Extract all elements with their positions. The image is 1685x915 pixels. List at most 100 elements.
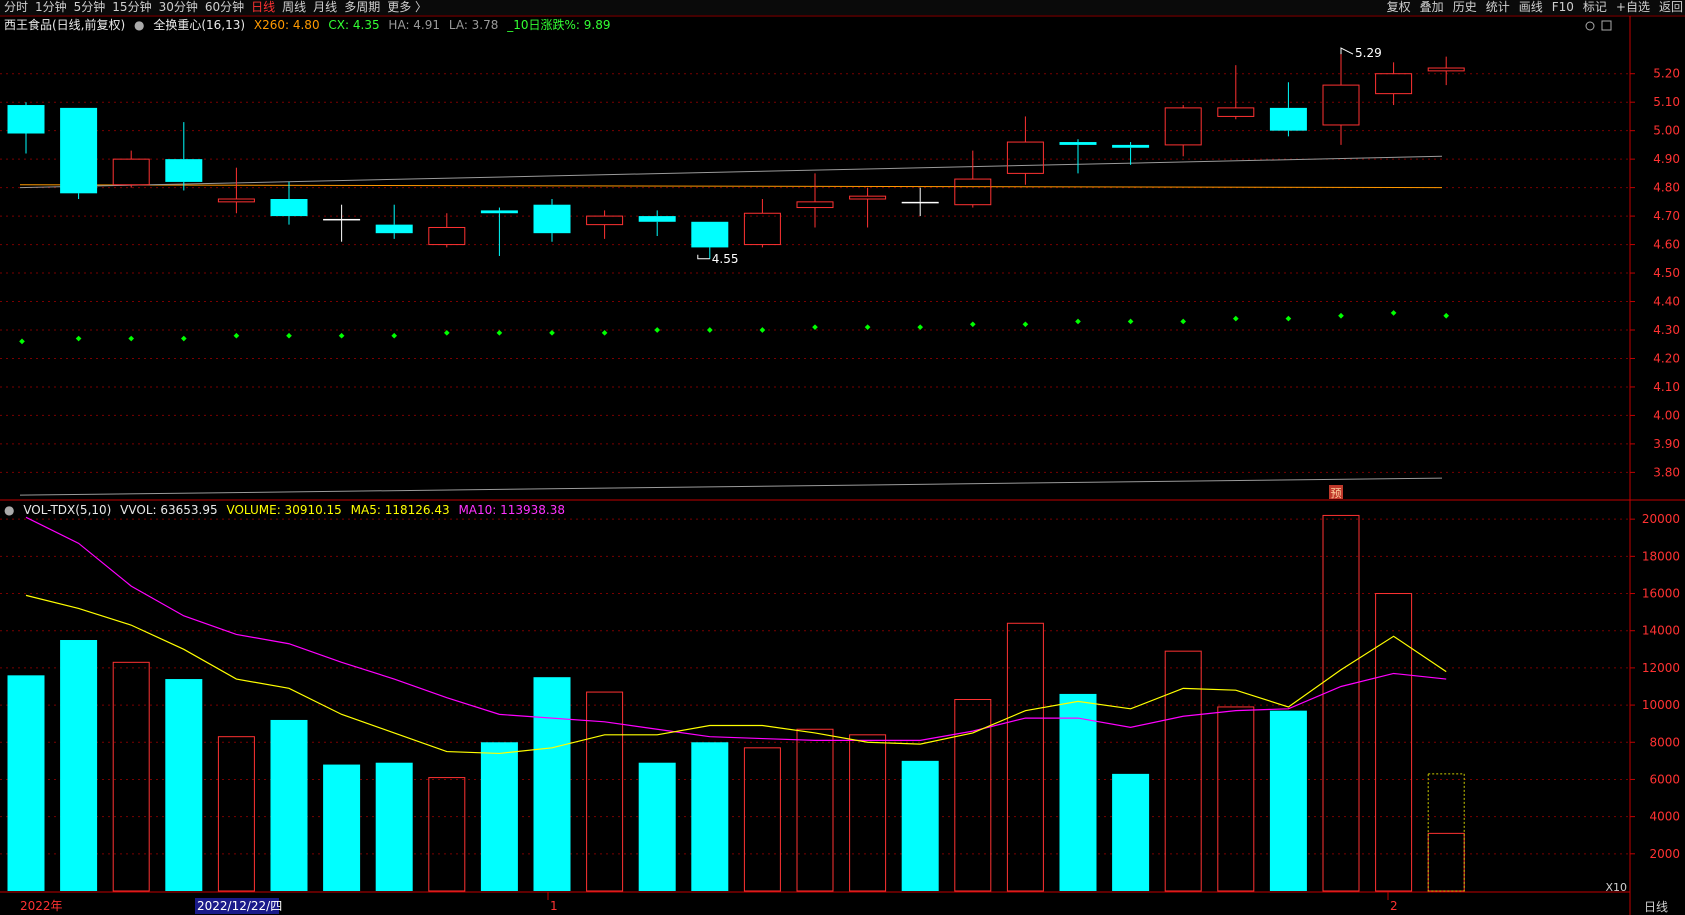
cx-dot xyxy=(496,330,503,336)
volume-bar-up xyxy=(1217,706,1255,892)
volume-tick-label: 16000 xyxy=(1642,587,1680,601)
price-tick-label: 4.00 xyxy=(1653,408,1680,422)
cx-dot xyxy=(1075,318,1081,325)
price-tick-label: 4.70 xyxy=(1653,209,1680,223)
volume-tick-label: 2000 xyxy=(1649,847,1680,861)
candle-body-down xyxy=(901,201,939,204)
cx-dot xyxy=(1127,318,1134,325)
cx-dot xyxy=(1338,312,1344,319)
x260-line xyxy=(19,184,1443,189)
volume-bar-up xyxy=(1164,650,1202,892)
stock-chart[interactable]: 3.80 3.90 4.00 4.10 4.20 4.30 4.40 4.50 4.60 4.70… xyxy=(0,0,1685,915)
candle-body-down xyxy=(1269,107,1307,131)
volume-bar-down xyxy=(533,677,571,891)
volume-bar-up xyxy=(217,736,255,892)
volume-bar-down xyxy=(1112,773,1150,891)
volume-bar-down xyxy=(638,762,676,891)
candle-body-up xyxy=(1006,141,1044,174)
price-tick-label: 4.10 xyxy=(1653,380,1680,394)
cx-dot xyxy=(338,332,345,339)
candle-body-up xyxy=(743,212,781,246)
la-line xyxy=(19,477,1443,496)
price-tick-label: 5.20 xyxy=(1653,67,1680,81)
cx-dot xyxy=(1022,321,1029,328)
candle-body-up xyxy=(112,158,150,186)
volume-bar-up xyxy=(849,734,887,892)
cx-dot xyxy=(1390,310,1397,316)
price-tick-label: 4.50 xyxy=(1653,266,1680,280)
volume-bar-predicted xyxy=(1427,773,1465,892)
volume-bar-down xyxy=(1269,710,1307,891)
volume-bar-down xyxy=(480,742,518,891)
pre-badge-label: 预 xyxy=(1331,487,1342,500)
candle-body-down xyxy=(638,216,676,222)
high-marker-arrow xyxy=(1340,47,1354,55)
low-marker-label: 4.55 xyxy=(712,252,739,266)
settings-icon xyxy=(1585,21,1595,31)
cx-dot xyxy=(128,335,135,342)
candle-body-up xyxy=(1164,107,1202,146)
cx-dot xyxy=(233,332,240,339)
volume-tick-label: 20000 xyxy=(1642,512,1680,526)
candle-body-down xyxy=(533,204,571,234)
volume-tick-label: 14000 xyxy=(1642,624,1680,638)
price-tick-label: 4.40 xyxy=(1653,295,1680,309)
candle-body-up xyxy=(849,195,887,200)
ha-line xyxy=(19,155,1443,189)
price-tick-label: 3.90 xyxy=(1653,437,1680,451)
volume-bar-down xyxy=(323,764,361,891)
cx-dot xyxy=(180,335,187,342)
cx-dot xyxy=(1443,312,1450,319)
period-label: 日线 xyxy=(1644,900,1668,914)
candle-body-down xyxy=(165,159,203,182)
volume-tick-label: 10000 xyxy=(1642,698,1680,712)
cx-dot xyxy=(75,335,82,342)
volume-bar-down xyxy=(60,640,98,891)
volume-bar-up xyxy=(796,728,834,892)
volume-bar-down xyxy=(7,675,45,891)
volume-bar-up xyxy=(743,747,781,892)
volume-bar-down xyxy=(165,679,203,891)
low-marker-arrow xyxy=(697,254,710,260)
candle-body-up xyxy=(428,226,466,246)
candle-body-down xyxy=(1059,142,1097,145)
candle-body-up xyxy=(217,198,255,203)
volume-bar-down xyxy=(1059,693,1097,891)
candle-body-down xyxy=(323,218,361,221)
cx-dot xyxy=(391,332,398,339)
price-tick-label: 3.80 xyxy=(1653,465,1680,479)
candle-body-down xyxy=(480,210,518,214)
cx-dot xyxy=(654,327,661,333)
candle-body-up xyxy=(1375,73,1413,95)
volume-bar-down xyxy=(691,742,729,891)
volume-tick-label: 12000 xyxy=(1642,661,1680,675)
window-toggle-icon xyxy=(1601,20,1612,31)
volume-bar-up xyxy=(1427,832,1465,892)
price-tick-label: 4.90 xyxy=(1653,152,1680,166)
volume-bar-down xyxy=(270,719,308,891)
candle-body-up xyxy=(1217,107,1255,117)
volume-tick-label: 18000 xyxy=(1642,549,1680,563)
volume-bar-up xyxy=(428,777,466,892)
cx-dot xyxy=(917,324,924,330)
price-tick-label: 5.10 xyxy=(1653,95,1680,109)
x-axis-month-label-1: 1 xyxy=(550,899,558,913)
cx-dot xyxy=(969,321,976,328)
volume-tick-label: 8000 xyxy=(1649,735,1680,749)
x-axis-year-label: 2022年 xyxy=(20,899,63,913)
volume-bar-up xyxy=(112,661,150,892)
price-tick-label: 5.00 xyxy=(1653,124,1680,138)
cx-dot xyxy=(1232,315,1239,322)
volume-bar-up xyxy=(1322,514,1360,892)
candle-body-down xyxy=(375,224,413,234)
volume-multiplier-label: X10 xyxy=(1605,881,1627,894)
price-tick-label: 4.60 xyxy=(1653,238,1680,252)
volume-bar-down xyxy=(901,760,939,891)
candle-body-down xyxy=(60,107,98,194)
candle-body-up xyxy=(796,201,834,209)
candle-body-up xyxy=(1322,84,1360,126)
volume-tick-label: 6000 xyxy=(1649,772,1680,786)
cx-dot xyxy=(812,324,818,330)
ma5-line xyxy=(25,594,1447,755)
cx-dot xyxy=(706,327,713,333)
